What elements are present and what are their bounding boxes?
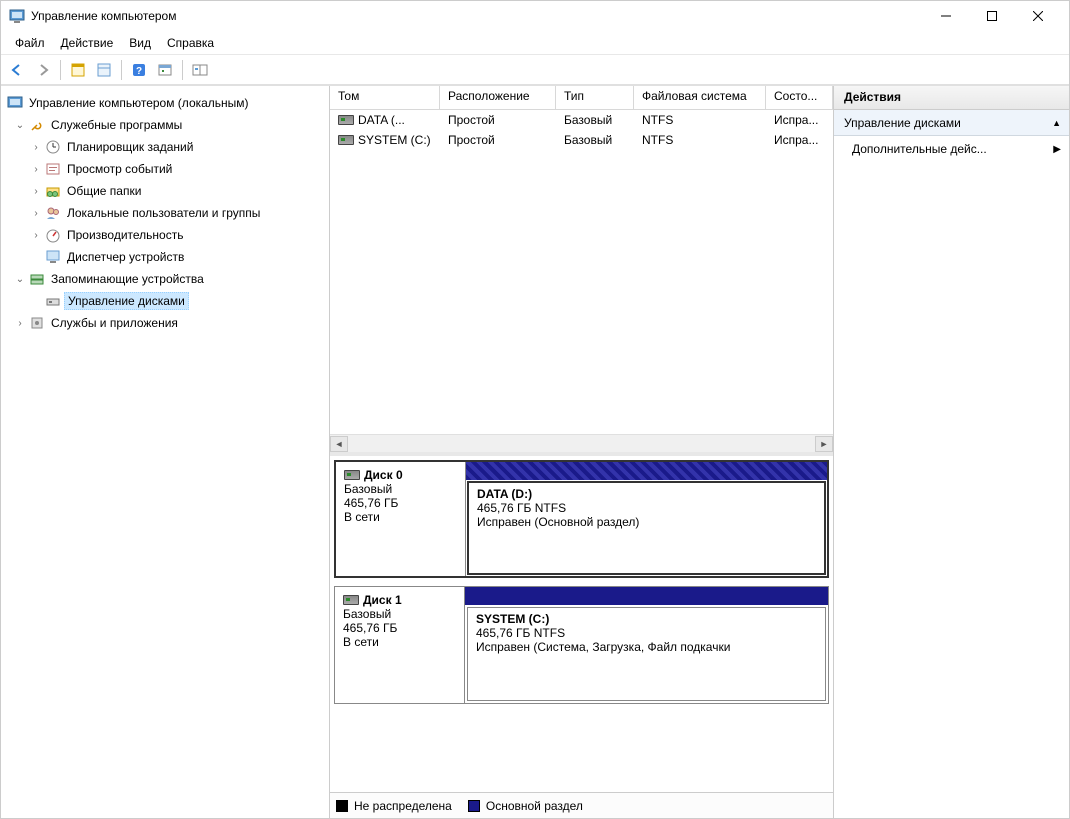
disk-info[interactable]: Диск 0Базовый465,76 ГБВ сети bbox=[336, 462, 466, 576]
col-status[interactable]: Состо... bbox=[766, 86, 833, 109]
tree-device-manager[interactable]: Диспетчер устройств bbox=[64, 249, 187, 265]
disk-mgmt-icon bbox=[45, 293, 61, 309]
tree-twisty[interactable]: ⌄ bbox=[13, 120, 27, 131]
tree-performance[interactable]: Производительность bbox=[64, 227, 186, 243]
scheduler-icon bbox=[45, 139, 61, 155]
actions-panel: Действия Управление дисками▲ Дополнитель… bbox=[834, 86, 1069, 818]
computer-mgmt-icon bbox=[7, 95, 23, 111]
col-volume[interactable]: Том bbox=[330, 86, 440, 109]
shared-folders-icon bbox=[45, 183, 61, 199]
event-viewer-icon bbox=[45, 161, 61, 177]
tree-disk-management[interactable]: Управление дисками bbox=[64, 292, 189, 310]
tree-users-groups[interactable]: Локальные пользователи и группы bbox=[64, 205, 263, 221]
volume-list-header: Том Расположение Тип Файловая система Со… bbox=[330, 86, 833, 110]
tree-services-apps[interactable]: Службы и приложения bbox=[48, 315, 181, 331]
volume-list-pane: Том Расположение Тип Файловая система Со… bbox=[330, 86, 833, 456]
hscrollbar[interactable]: ◄ ► bbox=[330, 434, 833, 452]
tree-twisty[interactable]: › bbox=[29, 208, 43, 219]
toolbar-btn-6[interactable] bbox=[188, 58, 212, 82]
legend-primary-label: Основной раздел bbox=[486, 799, 583, 813]
content-panel: Том Расположение Тип Файловая система Со… bbox=[330, 86, 834, 818]
disk-partition[interactable]: DATA (D:)465,76 ГБ NTFSИсправен (Основно… bbox=[466, 462, 827, 576]
tree-root[interactable]: Управление компьютером (локальным) bbox=[26, 95, 252, 111]
svg-text:?: ? bbox=[136, 66, 142, 77]
titlebar: Управление компьютером bbox=[1, 1, 1069, 31]
volume-icon bbox=[338, 135, 354, 145]
nav-tree-panel: Управление компьютером (локальным) ⌄ Слу… bbox=[1, 86, 330, 818]
nav-forward-button[interactable] bbox=[31, 58, 55, 82]
workspace: Управление компьютером (локальным) ⌄ Слу… bbox=[1, 85, 1069, 818]
help-button[interactable]: ? bbox=[127, 58, 151, 82]
tree-twisty[interactable]: › bbox=[29, 164, 43, 175]
disk-row[interactable]: Диск 1Базовый465,76 ГБВ сетиSYSTEM (C:)4… bbox=[334, 586, 829, 704]
menubar: Файл Действие Вид Справка bbox=[1, 31, 1069, 55]
actions-more[interactable]: Дополнительные дейс...▶ bbox=[834, 136, 1069, 162]
partition-header-bar bbox=[465, 587, 828, 605]
legend: Не распределена Основной раздел bbox=[330, 792, 833, 818]
col-type[interactable]: Тип bbox=[556, 86, 634, 109]
menu-help[interactable]: Справка bbox=[159, 34, 222, 52]
show-hide-tree-button[interactable] bbox=[66, 58, 90, 82]
legend-unallocated-icon bbox=[336, 800, 348, 812]
legend-primary-icon bbox=[468, 800, 480, 812]
tree-twisty[interactable]: › bbox=[29, 186, 43, 197]
nav-back-button[interactable] bbox=[5, 58, 29, 82]
disk-partition[interactable]: SYSTEM (C:)465,76 ГБ NTFSИсправен (Систе… bbox=[465, 587, 828, 703]
tree-event-viewer[interactable]: Просмотр событий bbox=[64, 161, 175, 177]
disk-info[interactable]: Диск 1Базовый465,76 ГБВ сети bbox=[335, 587, 465, 703]
disk-row[interactable]: Диск 0Базовый465,76 ГБВ сетиDATA (D:)465… bbox=[334, 460, 829, 578]
disk-graphical-pane: Диск 0Базовый465,76 ГБВ сетиDATA (D:)465… bbox=[330, 456, 833, 792]
tools-icon bbox=[29, 117, 45, 133]
performance-icon bbox=[45, 227, 61, 243]
toolbar-btn-5[interactable] bbox=[153, 58, 177, 82]
volume-row[interactable]: DATA (...ПростойБазовыйNTFSИспра... bbox=[330, 110, 833, 130]
tree-twisty[interactable]: › bbox=[13, 318, 27, 329]
minimize-button[interactable] bbox=[923, 1, 969, 31]
disk-icon bbox=[344, 470, 360, 480]
tree-shared-folders[interactable]: Общие папки bbox=[64, 183, 144, 199]
col-filesystem[interactable]: Файловая система bbox=[634, 86, 766, 109]
close-button[interactable] bbox=[1015, 1, 1061, 31]
scroll-right-button[interactable]: ► bbox=[815, 436, 833, 452]
partition-header-bar bbox=[466, 462, 827, 480]
tree-twisty[interactable]: ⌄ bbox=[13, 274, 27, 285]
app-icon bbox=[9, 8, 25, 24]
volume-row[interactable]: SYSTEM (C:)ПростойБазовыйNTFSИспра... bbox=[330, 130, 833, 150]
tree-storage[interactable]: Запоминающие устройства bbox=[48, 271, 207, 287]
services-apps-icon bbox=[29, 315, 45, 331]
volume-icon bbox=[338, 115, 354, 125]
legend-unallocated-label: Не распределена bbox=[354, 799, 452, 813]
tree-twisty[interactable]: › bbox=[29, 230, 43, 241]
actions-header: Действия bbox=[834, 86, 1069, 110]
scroll-left-button[interactable]: ◄ bbox=[330, 436, 348, 452]
col-layout[interactable]: Расположение bbox=[440, 86, 556, 109]
menu-view[interactable]: Вид bbox=[121, 34, 159, 52]
properties-button[interactable] bbox=[92, 58, 116, 82]
menu-action[interactable]: Действие bbox=[53, 34, 122, 52]
tree-twisty[interactable]: › bbox=[29, 142, 43, 153]
tree-task-scheduler[interactable]: Планировщик заданий bbox=[64, 139, 196, 155]
storage-icon bbox=[29, 271, 45, 287]
disk-icon bbox=[343, 595, 359, 605]
device-mgr-icon bbox=[45, 249, 61, 265]
tree-system-tools[interactable]: Служебные программы bbox=[48, 117, 185, 133]
maximize-button[interactable] bbox=[969, 1, 1015, 31]
menu-file[interactable]: Файл bbox=[7, 34, 53, 52]
window-title: Управление компьютером bbox=[31, 9, 923, 23]
actions-section[interactable]: Управление дисками▲ bbox=[834, 110, 1069, 136]
users-groups-icon bbox=[45, 205, 61, 221]
toolbar: ? bbox=[1, 55, 1069, 85]
